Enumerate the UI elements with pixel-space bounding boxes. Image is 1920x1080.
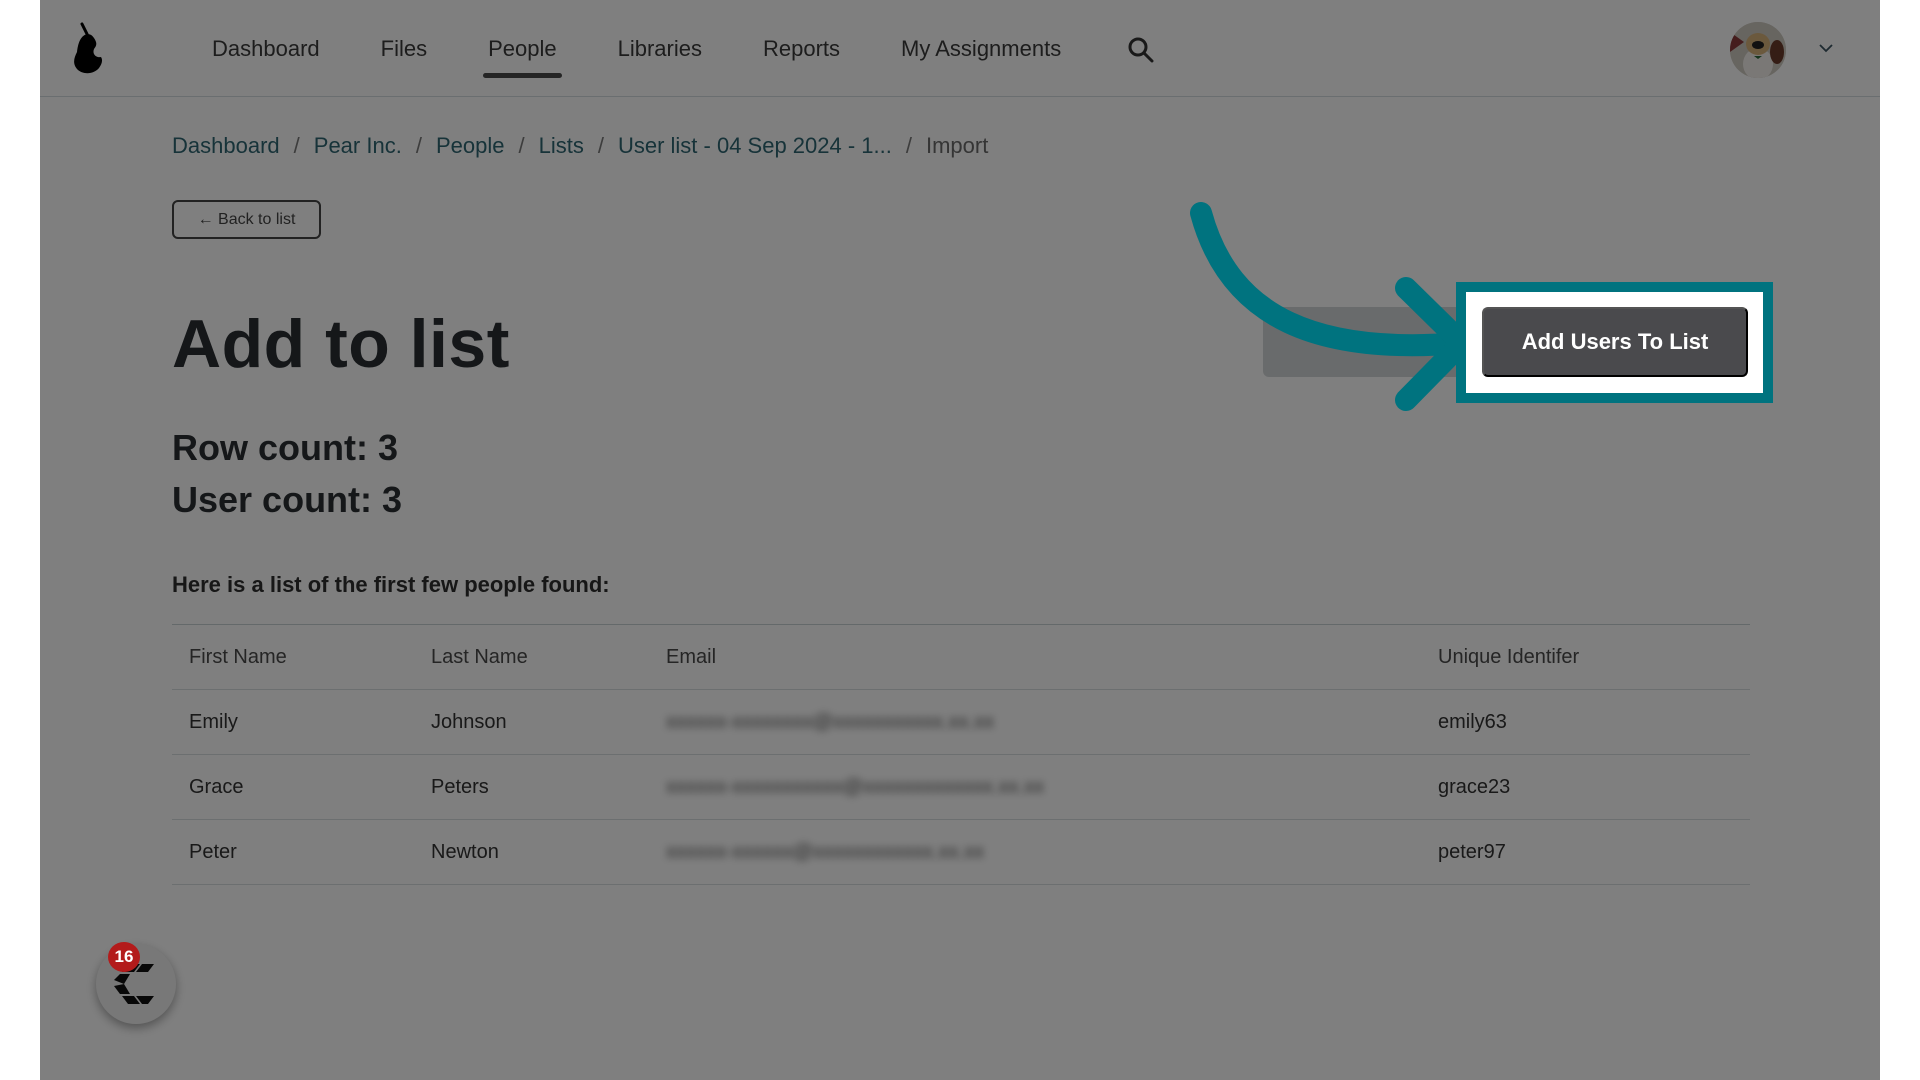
- cell-email-redacted: xxxxxx-xxxxxx@xxxxxxxxxxxx.xx.xx: [666, 840, 985, 863]
- nav-reports[interactable]: Reports: [763, 0, 840, 97]
- cell-unique-id: emily63: [1438, 710, 1507, 733]
- main-nav: Dashboard Files People Libraries Reports…: [212, 0, 1122, 97]
- breadcrumb-user-list[interactable]: User list - 04 Sep 2024 - 1...: [618, 133, 892, 159]
- table-header-row: First Name Last Name Email Unique Identi…: [172, 625, 1750, 690]
- search-icon[interactable]: [1127, 36, 1155, 64]
- breadcrumb-separator: /: [415, 133, 422, 158]
- breadcrumb-lists[interactable]: Lists: [539, 133, 584, 159]
- nav-dashboard[interactable]: Dashboard: [212, 0, 320, 97]
- column-header-email: Email: [666, 645, 717, 668]
- cell-last-name: Johnson: [431, 710, 507, 733]
- dim-overlay: [40, 0, 1880, 1080]
- notification-badge: 16: [108, 942, 140, 972]
- secondary-button-obscured[interactable]: [1263, 307, 1470, 377]
- breadcrumb-separator: /: [905, 133, 912, 158]
- nav-libraries[interactable]: Libraries: [618, 0, 702, 97]
- table-row: Peter Newton xxxxxx-xxxxxx@xxxxxxxxxxxx.…: [172, 820, 1750, 885]
- intro-text: Here is a list of the first few people f…: [172, 572, 610, 597]
- user-count: User count: 3: [172, 479, 403, 520]
- column-header-first-name: First Name: [189, 645, 287, 668]
- cell-last-name: Newton: [431, 840, 499, 863]
- cell-email-redacted: xxxxxx-xxxxxxxx@xxxxxxxxxxx.xx.xx: [666, 710, 995, 733]
- top-nav-bar: Dashboard Files People Libraries Reports…: [40, 0, 1880, 97]
- cell-email-redacted: xxxxxx-xxxxxxxxxxx@xxxxxxxxxxxxx.xx.xx: [666, 775, 1045, 798]
- cell-unique-id: peter97: [1438, 840, 1506, 863]
- column-header-unique-identifier: Unique Identifer: [1438, 645, 1580, 668]
- nav-my-assignments[interactable]: My Assignments: [901, 0, 1061, 97]
- page-title: Add to list: [172, 306, 510, 382]
- nav-files[interactable]: Files: [381, 0, 427, 97]
- breadcrumb-separator: /: [518, 133, 525, 158]
- breadcrumb-people[interactable]: People: [436, 133, 505, 159]
- cell-unique-id: grace23: [1438, 775, 1511, 798]
- user-avatar[interactable]: [1730, 22, 1786, 78]
- row-count: Row count: 3: [172, 427, 398, 468]
- table-row: Grace Peters xxxxxx-xxxxxxxxxxx@xxxxxxxx…: [172, 755, 1750, 820]
- breadcrumb-dashboard[interactable]: Dashboard: [172, 133, 280, 159]
- page: Dashboard Files People Libraries Reports…: [40, 0, 1880, 1080]
- breadcrumb: Dashboard / Pear Inc. / People / Lists /…: [172, 133, 988, 159]
- breadcrumb-separator: /: [293, 133, 300, 158]
- pear-logo-icon[interactable]: [68, 22, 108, 74]
- cell-first-name: Peter: [189, 840, 237, 863]
- highlight-box: Add Users To List: [1456, 282, 1773, 403]
- nav-people[interactable]: People: [483, 0, 562, 97]
- breadcrumb-import: Import: [925, 133, 989, 158]
- chevron-down-icon[interactable]: [1818, 42, 1834, 54]
- back-to-list-button[interactable]: ← Back to list: [172, 200, 321, 239]
- people-table: First Name Last Name Email Unique Identi…: [172, 624, 1750, 885]
- column-header-last-name: Last Name: [431, 645, 528, 668]
- breadcrumb-separator: /: [597, 133, 604, 158]
- breadcrumb-pear-inc[interactable]: Pear Inc.: [314, 133, 402, 159]
- avatar-image: [1730, 22, 1786, 78]
- add-users-to-list-button[interactable]: Add Users To List: [1482, 307, 1748, 377]
- cell-first-name: Emily: [189, 710, 238, 733]
- cell-last-name: Peters: [431, 775, 489, 798]
- cell-first-name: Grace: [189, 775, 244, 798]
- table-row: Emily Johnson xxxxxx-xxxxxxxx@xxxxxxxxxx…: [172, 690, 1750, 755]
